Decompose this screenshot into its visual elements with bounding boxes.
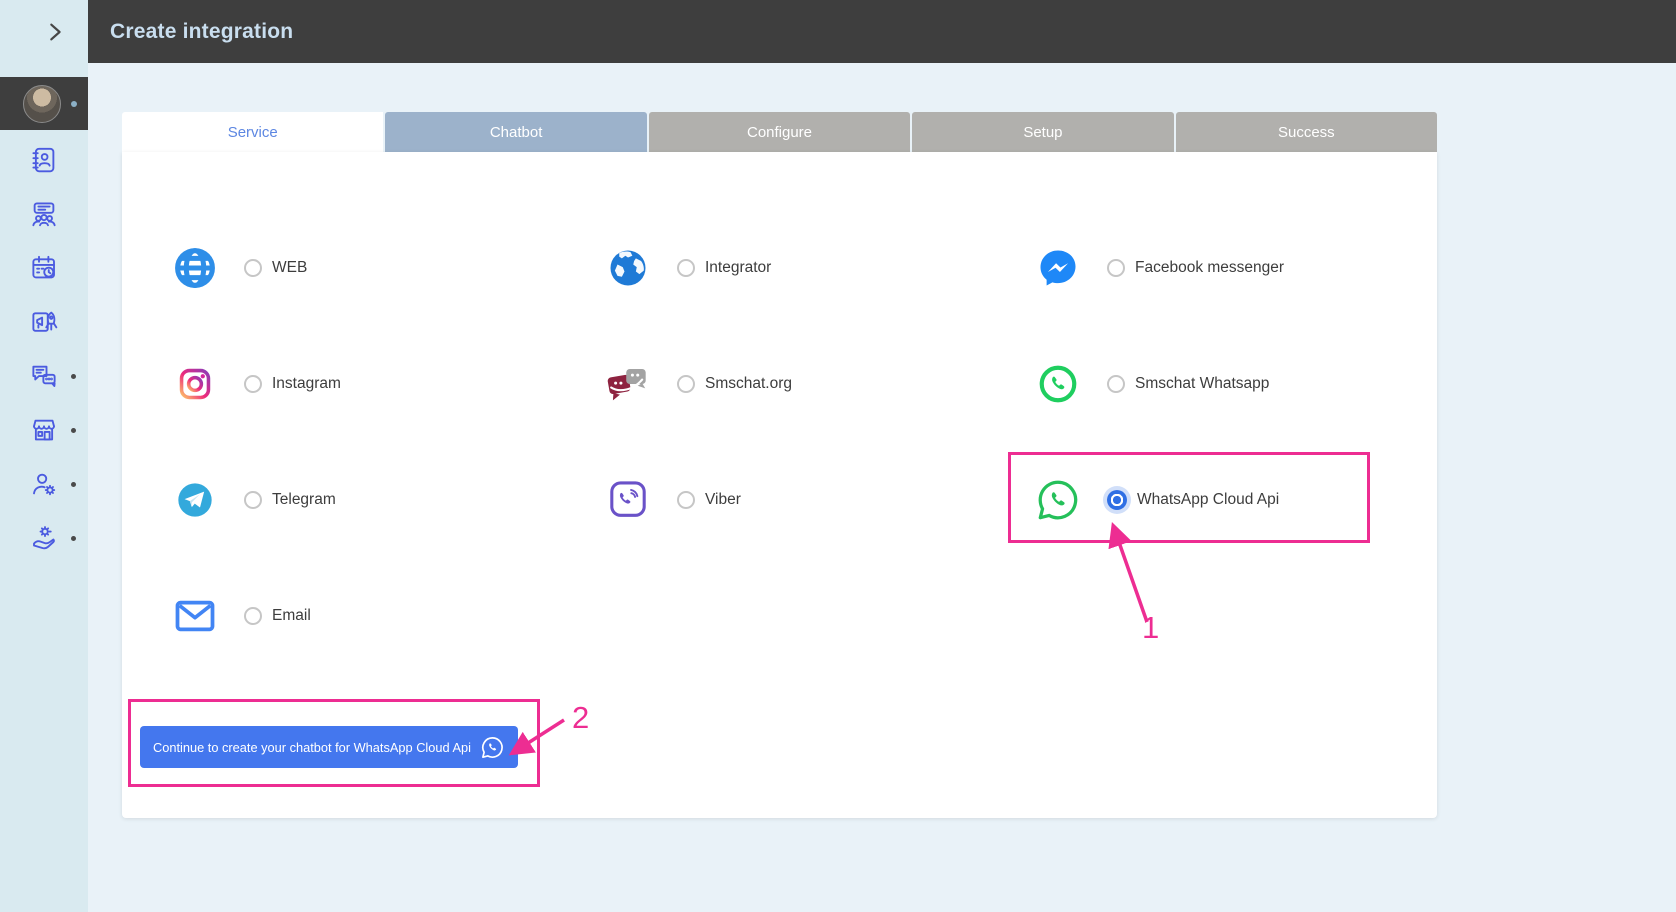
service-option-telegram[interactable]: Telegram	[172, 442, 605, 558]
web-globe-icon	[172, 246, 218, 290]
service-label: Integrator	[705, 259, 771, 277]
service-label: Smschat Whatsapp	[1135, 375, 1269, 393]
tab-configure[interactable]: Configure	[649, 112, 910, 152]
campaigns-rocket-icon	[29, 307, 59, 337]
messenger-icon	[1035, 247, 1081, 289]
whatsapp-outline-icon	[1035, 477, 1081, 523]
user-profile-block[interactable]	[0, 77, 88, 130]
sidebar-item-team-inbox[interactable]	[0, 199, 88, 229]
service-option-integrator[interactable]: Integrator	[605, 210, 1035, 326]
user-gear-icon	[29, 469, 59, 499]
web-radio[interactable]	[244, 259, 262, 277]
whatsapp-filled-icon	[1035, 364, 1081, 404]
tab-success[interactable]: Success	[1176, 112, 1437, 152]
hand-gear-icon	[29, 523, 59, 553]
sidebar	[0, 0, 88, 912]
store-icon	[29, 415, 59, 445]
service-option-viber[interactable]: Viber	[605, 442, 1035, 558]
sidebar-item-contacts[interactable]	[0, 145, 88, 175]
sidebar-item-campaigns[interactable]	[0, 307, 88, 337]
calendar-clock-icon	[29, 253, 59, 283]
tab-chatbot[interactable]: Chatbot	[385, 112, 646, 152]
continue-button-label: Continue to create your chatbot for What…	[153, 740, 471, 755]
service-option-email[interactable]: Email	[172, 558, 605, 674]
page-title: Create integration	[110, 20, 293, 44]
create-integration-page: Create integration Service Chatbot Confi…	[0, 0, 1676, 912]
instagram-icon	[172, 367, 218, 401]
service-label: Facebook messenger	[1135, 259, 1284, 277]
service-option-facebook-messenger[interactable]: Facebook messenger	[1035, 210, 1437, 326]
whatsapp-cloud-api-radio[interactable]	[1107, 490, 1127, 510]
wizard-tabs: Service Chatbot Configure Setup Success	[122, 112, 1437, 152]
contacts-book-icon	[29, 145, 59, 175]
service-option-smschat-org[interactable]: Smschat.org	[605, 326, 1035, 442]
sidebar-item-services[interactable]	[0, 523, 88, 553]
sidebar-expand-button[interactable]	[0, 0, 88, 63]
telegram-icon	[172, 480, 218, 520]
service-option-whatsapp-cloud-api[interactable]: WhatsApp Cloud Api	[1035, 442, 1437, 558]
service-label: WhatsApp Cloud Api	[1137, 491, 1279, 509]
sidebar-item-calendar[interactable]	[0, 253, 88, 283]
notification-dot	[71, 428, 76, 433]
service-label: Smschat.org	[705, 375, 792, 393]
email-radio[interactable]	[244, 607, 262, 625]
services-grid: WEB Integrator Facebook messenger Instag…	[122, 152, 1437, 674]
facebook-messenger-radio[interactable]	[1107, 259, 1125, 277]
service-option-web[interactable]: WEB	[172, 210, 605, 326]
status-dot	[71, 101, 77, 107]
notification-dot	[71, 536, 76, 541]
team-inbox-icon	[29, 199, 59, 229]
notification-dot	[71, 374, 76, 379]
sidebar-item-user-settings[interactable]	[0, 469, 88, 499]
whatsapp-icon	[480, 735, 505, 760]
smschat-bubbles-icon	[605, 363, 651, 405]
service-label: Telegram	[272, 491, 336, 509]
service-option-smschat-whatsapp[interactable]: Smschat Whatsapp	[1035, 326, 1437, 442]
chats-icon	[29, 361, 59, 391]
service-label: Viber	[705, 491, 741, 509]
instagram-radio[interactable]	[244, 375, 262, 393]
tab-setup[interactable]: Setup	[912, 112, 1173, 152]
viber-radio[interactable]	[677, 491, 695, 509]
page-header: Create integration	[88, 0, 1676, 63]
email-icon	[172, 599, 218, 633]
service-label: WEB	[272, 259, 307, 277]
chevron-right-icon	[44, 21, 66, 43]
service-option-instagram[interactable]: Instagram	[172, 326, 605, 442]
notification-dot	[71, 482, 76, 487]
viber-icon	[605, 479, 651, 521]
sidebar-item-store[interactable]	[0, 415, 88, 445]
service-label: Email	[272, 607, 311, 625]
integrator-radio[interactable]	[677, 259, 695, 277]
smschat-org-radio[interactable]	[677, 375, 695, 393]
continue-button[interactable]: Continue to create your chatbot for What…	[140, 726, 518, 768]
avatar[interactable]	[23, 85, 61, 123]
sidebar-item-chats[interactable]	[0, 361, 88, 391]
smschat-whatsapp-radio[interactable]	[1107, 375, 1125, 393]
earth-globe-icon	[605, 247, 651, 289]
tab-service[interactable]: Service	[122, 112, 383, 152]
service-label: Instagram	[272, 375, 341, 393]
telegram-radio[interactable]	[244, 491, 262, 509]
